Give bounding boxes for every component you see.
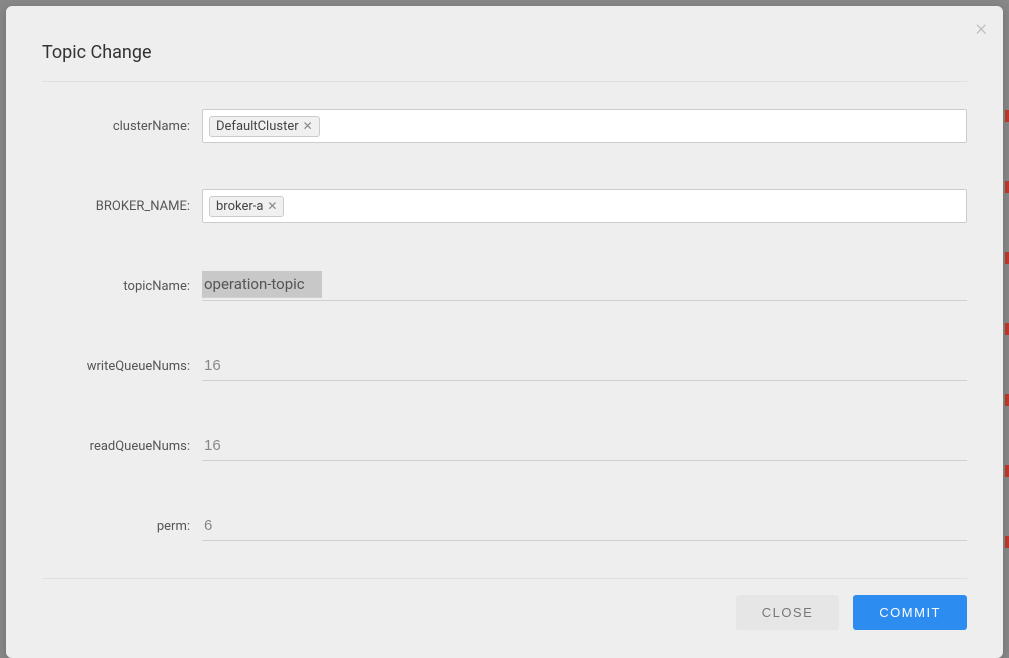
topic-name-input[interactable]: operation-topic	[202, 271, 322, 298]
commit-button[interactable]: COMMIT	[853, 595, 967, 630]
perm-label: perm:	[42, 519, 202, 534]
tag-label: DefaultCluster	[216, 119, 299, 134]
read-queue-nums-input[interactable]	[202, 431, 967, 461]
tag-remove-icon[interactable]: ✕	[267, 200, 277, 212]
broker-name-row: BROKER_NAME: broker-a ✕	[42, 182, 967, 230]
read-queue-nums-row: readQueueNums:	[42, 422, 967, 470]
cluster-name-label: clusterName:	[42, 119, 202, 134]
topic-name-row: topicName: operation-topic	[42, 262, 967, 310]
topic-name-label: topicName:	[42, 279, 202, 294]
modal-title: Topic Change	[42, 42, 967, 63]
background-decoration	[1005, 0, 1009, 658]
close-button[interactable]: CLOSE	[736, 595, 840, 630]
write-queue-nums-row: writeQueueNums:	[42, 342, 967, 390]
write-queue-nums-label: writeQueueNums:	[42, 359, 202, 374]
read-queue-nums-label: readQueueNums:	[42, 439, 202, 454]
broker-name-label: BROKER_NAME:	[42, 199, 202, 214]
write-queue-nums-input[interactable]	[202, 351, 967, 381]
perm-input[interactable]	[202, 511, 967, 541]
broker-tag[interactable]: broker-a ✕	[209, 196, 284, 217]
cluster-name-row: clusterName: DefaultCluster ✕	[42, 102, 967, 150]
modal-header: Topic Change	[6, 6, 1003, 81]
broker-name-input[interactable]: broker-a ✕	[202, 189, 967, 223]
tag-remove-icon[interactable]: ✕	[303, 120, 313, 132]
cluster-tag[interactable]: DefaultCluster ✕	[209, 116, 320, 137]
perm-row: perm:	[42, 502, 967, 550]
cluster-name-input[interactable]: DefaultCluster ✕	[202, 109, 967, 143]
modal-footer: CLOSE COMMIT	[6, 579, 1003, 658]
close-icon[interactable]: ×	[975, 18, 987, 40]
topic-change-modal: × Topic Change clusterName: DefaultClust…	[6, 6, 1003, 658]
tag-label: broker-a	[216, 199, 263, 214]
modal-body: clusterName: DefaultCluster ✕ BROKER_NAM…	[6, 82, 1003, 578]
